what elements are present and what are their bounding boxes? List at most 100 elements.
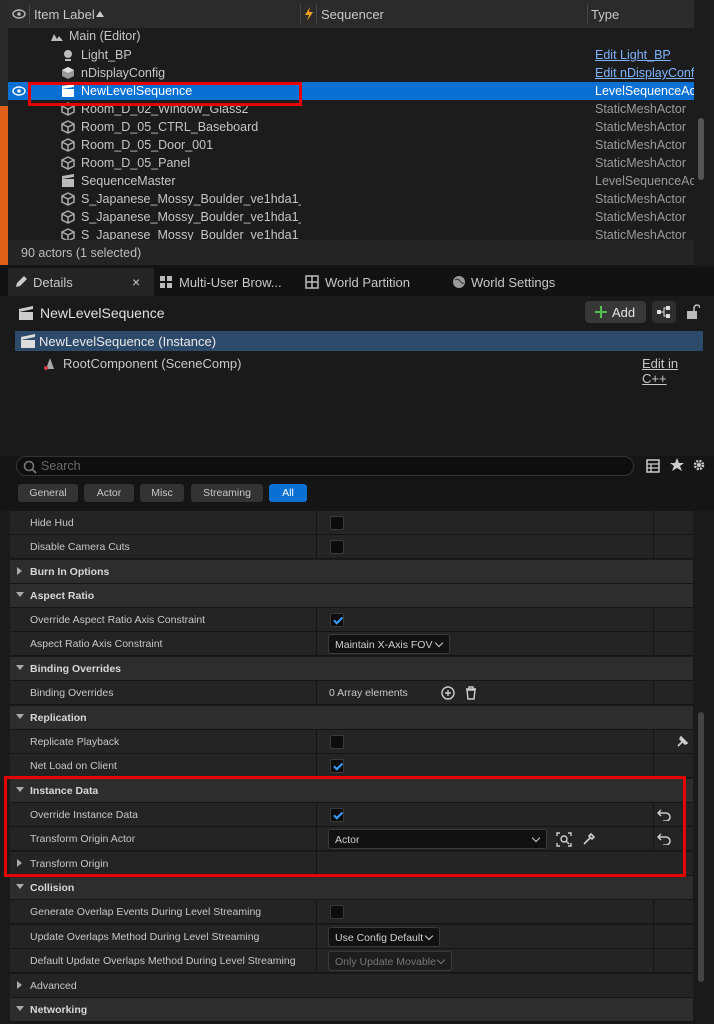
gear-icon[interactable]: [692, 458, 706, 472]
chevron-down-icon: [434, 638, 444, 648]
category-replication[interactable]: Replication: [10, 706, 693, 730]
outliner-row[interactable]: Room_D_05_Door_001 StaticMeshActor: [8, 136, 694, 154]
add-element-icon[interactable]: [441, 686, 455, 700]
outliner-row[interactable]: Room_D_05_CTRL_Baseboard StaticMeshActor: [8, 118, 694, 136]
highlight-instance-data: [4, 776, 686, 877]
category-aspect-ratio[interactable]: Aspect Ratio: [10, 584, 693, 608]
actor-name[interactable]: NewLevelSequence: [40, 305, 165, 321]
prop-advanced[interactable]: Advanced: [10, 974, 693, 998]
tab-details[interactable]: Details ×: [8, 268, 154, 296]
aspect-constraint-dropdown[interactable]: Maintain X-Axis FOV: [328, 634, 450, 654]
row-label: Room_D_05_Door_001: [81, 138, 214, 152]
filter-misc[interactable]: Misc: [140, 484, 184, 502]
tab-world-settings[interactable]: World Settings: [446, 268, 586, 296]
close-tab-icon[interactable]: ×: [132, 274, 140, 290]
prop-disable-camera-cuts: Disable Camera Cuts: [10, 535, 693, 559]
details-scrollbar[interactable]: [698, 712, 704, 982]
filter-streaming[interactable]: Streaming: [191, 484, 263, 502]
array-count: 0 Array elements: [329, 687, 408, 699]
outliner-row[interactable]: S_Japanese_Mossy_Boulder_ve1hda1_low Sta…: [8, 226, 694, 240]
blueprint-button[interactable]: [652, 301, 676, 323]
column-sequencer[interactable]: Sequencer: [321, 7, 384, 22]
category-collision[interactable]: Collision: [10, 876, 693, 900]
unreal-editor-panel: Item Label Sequencer Type Main (Editor) …: [0, 0, 714, 1024]
replicate-playback-checkbox[interactable]: [330, 735, 344, 749]
override-aspect-checkbox[interactable]: [330, 613, 344, 627]
prop-label: Replicate Playback: [30, 736, 120, 748]
category-binding-overrides[interactable]: Binding Overrides: [10, 657, 693, 681]
update-overlaps-dropdown[interactable]: Use Config Default: [328, 927, 440, 947]
generate-overlap-checkbox[interactable]: [330, 905, 344, 919]
globe-icon: [453, 276, 465, 288]
hide-hud-checkbox[interactable]: [330, 516, 344, 530]
cube-icon: [61, 192, 75, 206]
outliner-scrollbar[interactable]: [698, 118, 704, 180]
expand-arrow-icon: [17, 981, 22, 989]
cube-icon: [61, 210, 75, 224]
grid-icon: [305, 275, 319, 289]
column-item-label[interactable]: Item Label: [34, 7, 95, 22]
blueprint-icon: [657, 306, 670, 318]
chevron-down-icon: [424, 931, 434, 941]
instance-label: NewLevelSequence (Instance): [39, 334, 217, 349]
outliner-row-light-bp[interactable]: Light_BP Edit Light_BP: [8, 46, 694, 64]
light-bp-icon: [64, 50, 72, 61]
add-component-button[interactable]: Add: [585, 301, 646, 323]
filter-all[interactable]: All: [269, 484, 307, 502]
multi-user-icon: [160, 276, 172, 288]
prop-binding-overrides: Binding Overrides 0 Array elements: [10, 681, 693, 705]
prop-aspect-ratio-constraint: Aspect Ratio Axis Constraint Maintain X-…: [10, 632, 693, 656]
row-type: StaticMeshActor: [595, 138, 687, 152]
category-label: Aspect Ratio: [30, 590, 95, 602]
lock-icon[interactable]: [686, 304, 700, 320]
root-component-row[interactable]: RootComponent (SceneComp) Edit in C++: [15, 353, 703, 386]
instance-row[interactable]: NewLevelSequence (Instance): [15, 331, 703, 351]
category-label: Networking: [30, 1004, 88, 1016]
checkmark-icon: [333, 614, 344, 625]
outliner-header: Item Label Sequencer Type: [8, 0, 694, 28]
world-row[interactable]: Main (Editor): [8, 27, 694, 45]
visibility-eye-icon[interactable]: [12, 86, 26, 96]
edit-light-bp-link[interactable]: Edit Light_BP: [595, 48, 694, 62]
row-label: Light_BP: [81, 48, 132, 62]
outliner-row-ndisplayconfig[interactable]: nDisplayConfig Edit nDisplayConfig: [8, 64, 694, 82]
cube-icon: [61, 228, 75, 240]
disable-camera-cuts-checkbox[interactable]: [330, 540, 344, 554]
row-type: LevelSequenceActor: [595, 84, 694, 98]
clapperboard-icon: [21, 334, 35, 348]
edit-in-cpp-link[interactable]: Edit in C++: [642, 356, 703, 386]
favorites-star-icon[interactable]: [670, 458, 684, 472]
dropdown-value: Use Config Default: [335, 932, 424, 944]
category-burn-in-options[interactable]: Burn In Options: [10, 560, 693, 584]
row-label: nDisplayConfig: [81, 66, 166, 80]
edit-ndisplayconfig-link[interactable]: Edit nDisplayConfig: [595, 66, 694, 80]
outliner-row[interactable]: Room_D_05_Panel StaticMeshActor: [8, 154, 694, 172]
tab-multi-user-browser[interactable]: Multi-User Brow...: [155, 268, 295, 296]
prop-override-aspect-ratio: Override Aspect Ratio Axis Constraint: [10, 608, 693, 632]
outliner-row[interactable]: S_Japanese_Mossy_Boulder_ve1hda1_low Sta…: [8, 190, 694, 208]
prop-label: Disable Camera Cuts: [30, 541, 130, 553]
prop-replicate-playback: Replicate Playback: [10, 730, 693, 754]
tab-world-partition[interactable]: World Partition: [300, 268, 440, 296]
outliner-row[interactable]: SequenceMaster LevelSequenceActor: [8, 172, 694, 190]
sort-ascending-icon: [96, 11, 104, 17]
trash-icon[interactable]: [465, 686, 477, 700]
outliner-row[interactable]: S_Japanese_Mossy_Boulder_ve1hda1_low Sta…: [8, 208, 694, 226]
table-view-icon[interactable]: [646, 459, 660, 473]
prop-update-overlaps-method: Update Overlaps Method During Level Stre…: [10, 925, 693, 949]
visibility-eye-icon[interactable]: [12, 8, 26, 20]
world-label: Main (Editor): [69, 29, 141, 43]
expand-arrow-icon: [17, 567, 22, 575]
filter-actor[interactable]: Actor: [84, 484, 134, 502]
property-pin-icon[interactable]: [675, 735, 689, 749]
viewport-edge-strip: [0, 0, 8, 265]
details-search-input[interactable]: Search: [16, 456, 634, 476]
default-update-overlaps-dropdown[interactable]: Only Update Movable: [328, 951, 452, 971]
filter-general[interactable]: General: [18, 484, 78, 502]
plus-icon: [595, 306, 607, 318]
column-type[interactable]: Type: [591, 7, 619, 22]
category-networking[interactable]: Networking: [10, 998, 693, 1022]
details-panel-header: NewLevelSequence Add NewLevelSequence (I…: [0, 296, 714, 456]
net-load-checkbox[interactable]: [330, 759, 344, 773]
prop-label: Hide Hud: [30, 517, 74, 529]
